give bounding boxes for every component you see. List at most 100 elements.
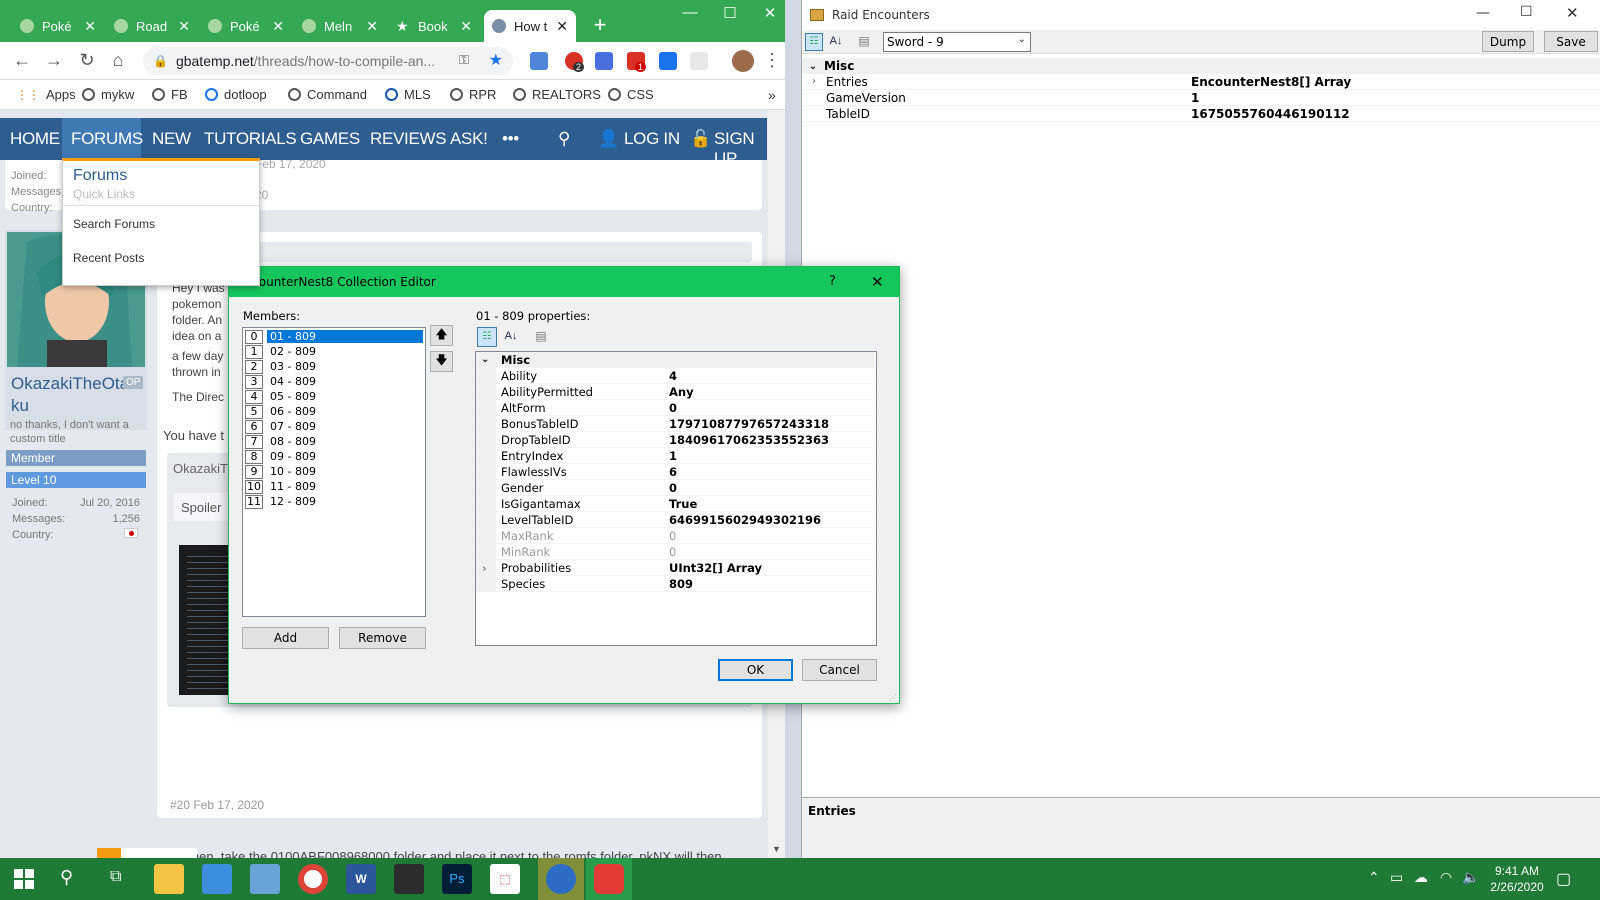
move-down-button[interactable]: 🡇: [430, 351, 453, 372]
member-item[interactable]: 10 11 - 809: [245, 479, 316, 494]
bookmark-item[interactable]: CSS: [608, 87, 654, 102]
cloud-icon[interactable]: ☁: [1414, 869, 1428, 886]
property-row[interactable]: EntryIndex 1: [476, 448, 874, 464]
bookmark-item[interactable]: Command: [288, 87, 367, 102]
member-item[interactable]: 5 06 - 809: [245, 404, 316, 419]
property-row[interactable]: Species 809: [476, 576, 874, 592]
bookmark-item[interactable]: REALTORS: [513, 87, 601, 102]
taskbar-active-app[interactable]: [586, 858, 632, 900]
task-view-icon[interactable]: ⧉: [110, 868, 121, 886]
property-row[interactable]: MaxRank 0: [476, 528, 874, 544]
word-icon[interactable]: W: [346, 864, 376, 894]
reload-icon[interactable]: ↻: [75, 50, 99, 71]
member-item[interactable]: 8 09 - 809: [245, 449, 316, 464]
member-item[interactable]: 3 04 - 809: [245, 374, 316, 389]
nav-sign-up[interactable]: SIGN UP: [714, 129, 767, 169]
browser-tab[interactable]: Road ✕: [106, 10, 198, 42]
bookmark-item[interactable]: mykw: [82, 87, 134, 102]
back-icon[interactable]: ←: [10, 50, 34, 71]
member-item[interactable]: 0 01 - 809: [245, 329, 423, 344]
wifi-icon[interactable]: ◠: [1440, 869, 1452, 886]
windows-start-icon[interactable]: [14, 869, 34, 889]
nav-forums[interactable]: FORUMS: [71, 129, 143, 149]
dropdown-title[interactable]: Forums: [73, 167, 127, 185]
more-bookmarks-icon[interactable]: »: [768, 87, 776, 103]
extension-icon[interactable]: [595, 52, 613, 70]
category-row[interactable]: ⌄ Misc: [476, 352, 874, 368]
property-pages-icon[interactable]: ▤: [531, 327, 551, 347]
forward-icon[interactable]: →: [42, 50, 66, 71]
scroll-down-icon[interactable]: ▼: [772, 844, 781, 854]
member-item[interactable]: 4 05 - 809: [245, 389, 316, 404]
menu-dots-icon[interactable]: ⋮: [760, 50, 784, 71]
property-row[interactable]: DropTableID 18409617062353552363: [476, 432, 874, 448]
categorized-icon[interactable]: ☷: [477, 327, 497, 347]
nav-new[interactable]: NEW: [152, 129, 191, 149]
property-row[interactable]: FlawlessIVs 6: [476, 464, 874, 480]
collapse-icon[interactable]: ⌄: [481, 354, 489, 365]
download-extension-icon[interactable]: [659, 52, 677, 70]
member-item[interactable]: 11 12 - 809: [245, 494, 316, 509]
maximize-icon[interactable]: ☐: [1520, 4, 1533, 20]
camera-extension-icon[interactable]: [530, 52, 548, 70]
close-tab-icon[interactable]: ✕: [556, 18, 568, 35]
members-list[interactable]: 0 01 - 809 1 02 - 809 2 03 - 809 3 04 - 809 4 05 …: [242, 327, 426, 617]
help-button[interactable]: ?: [829, 274, 836, 289]
nav-more[interactable]: •••: [502, 129, 519, 149]
member-item[interactable]: 6 07 - 809: [245, 419, 316, 434]
close-window-icon[interactable]: ✕: [1566, 4, 1579, 22]
nav-home[interactable]: HOME: [10, 129, 60, 149]
post-meta[interactable]: #20 Feb 17, 2020: [170, 798, 264, 812]
search-icon[interactable]: ⚲: [60, 867, 73, 888]
nav-games[interactable]: GAMES: [300, 129, 360, 149]
cancel-button[interactable]: Cancel: [802, 659, 877, 681]
app-icon[interactable]: [250, 864, 280, 894]
nav-log-in[interactable]: LOG IN: [624, 129, 680, 149]
new-tab-icon[interactable]: +: [580, 12, 620, 38]
browser-tab[interactable]: Poké ✕: [200, 10, 292, 42]
collapse-icon[interactable]: ⌄: [802, 61, 824, 72]
bookmark-item[interactable]: dotloop: [205, 87, 267, 102]
ok-button[interactable]: OK: [718, 659, 793, 681]
dropdown-recent-posts[interactable]: Recent Posts: [73, 251, 144, 265]
property-row[interactable]: › Probabilities UInt32[] Array: [476, 560, 874, 576]
battery-icon[interactable]: ▭: [1390, 869, 1403, 886]
dropdown-search-forums[interactable]: Search Forums: [73, 217, 155, 231]
category-row[interactable]: ⌄ Misc: [802, 58, 1600, 74]
pdf-icon[interactable]: ⬚: [490, 864, 520, 894]
property-row[interactable]: BonusTableID 17971087797657243318: [476, 416, 874, 432]
profile-avatar[interactable]: [732, 50, 754, 72]
property-row[interactable]: LevelTableID 6469915602949302196: [476, 512, 874, 528]
browser-tab[interactable]: Meln ✕: [294, 10, 386, 42]
close-tab-icon[interactable]: ✕: [178, 18, 190, 35]
expand-icon[interactable]: ›: [482, 561, 487, 575]
property-row[interactable]: AbilityPermitted Any: [476, 384, 874, 400]
property-row[interactable]: Gender 0: [476, 480, 874, 496]
extension-icon[interactable]: [690, 52, 708, 70]
browser-tab[interactable]: Poké ✕: [12, 10, 104, 42]
close-tab-icon[interactable]: ✕: [84, 18, 96, 35]
volume-icon[interactable]: 🔈: [1462, 869, 1479, 886]
bookmark-apps[interactable]: ⋮⋮ Apps: [16, 87, 76, 102]
browser-tab[interactable]: ★ Book ✕: [388, 10, 480, 42]
sort-alpha-icon[interactable]: A↓: [827, 33, 845, 51]
bookmark-item[interactable]: RPR: [450, 87, 496, 102]
nav-ask[interactable]: ASK!: [450, 129, 488, 149]
close-tab-icon[interactable]: ✕: [272, 18, 284, 35]
add-button[interactable]: Add: [242, 627, 329, 649]
photoshop-icon[interactable]: Ps: [442, 864, 472, 894]
property-row[interactable]: IsGigantamax True: [476, 496, 874, 512]
property-row[interactable]: GameVersion 1: [802, 90, 1600, 106]
key-icon[interactable]: ⚿: [459, 52, 469, 68]
switch-icon[interactable]: [394, 864, 424, 894]
username[interactable]: OkazakiTheOta ku: [11, 373, 129, 417]
property-row[interactable]: TableID 1675055760446190112: [802, 106, 1600, 122]
notifications-icon[interactable]: ▢: [1556, 869, 1571, 889]
property-pages-icon[interactable]: ▤: [855, 33, 873, 51]
close-tab-icon[interactable]: ✕: [460, 18, 472, 35]
nav-reviews[interactable]: REVIEWS: [370, 129, 447, 149]
file-explorer-icon[interactable]: [154, 864, 184, 894]
extension-icon[interactable]: 2: [565, 52, 585, 72]
property-row[interactable]: AltForm 0: [476, 400, 874, 416]
minimize-icon[interactable]: —: [1476, 5, 1490, 21]
